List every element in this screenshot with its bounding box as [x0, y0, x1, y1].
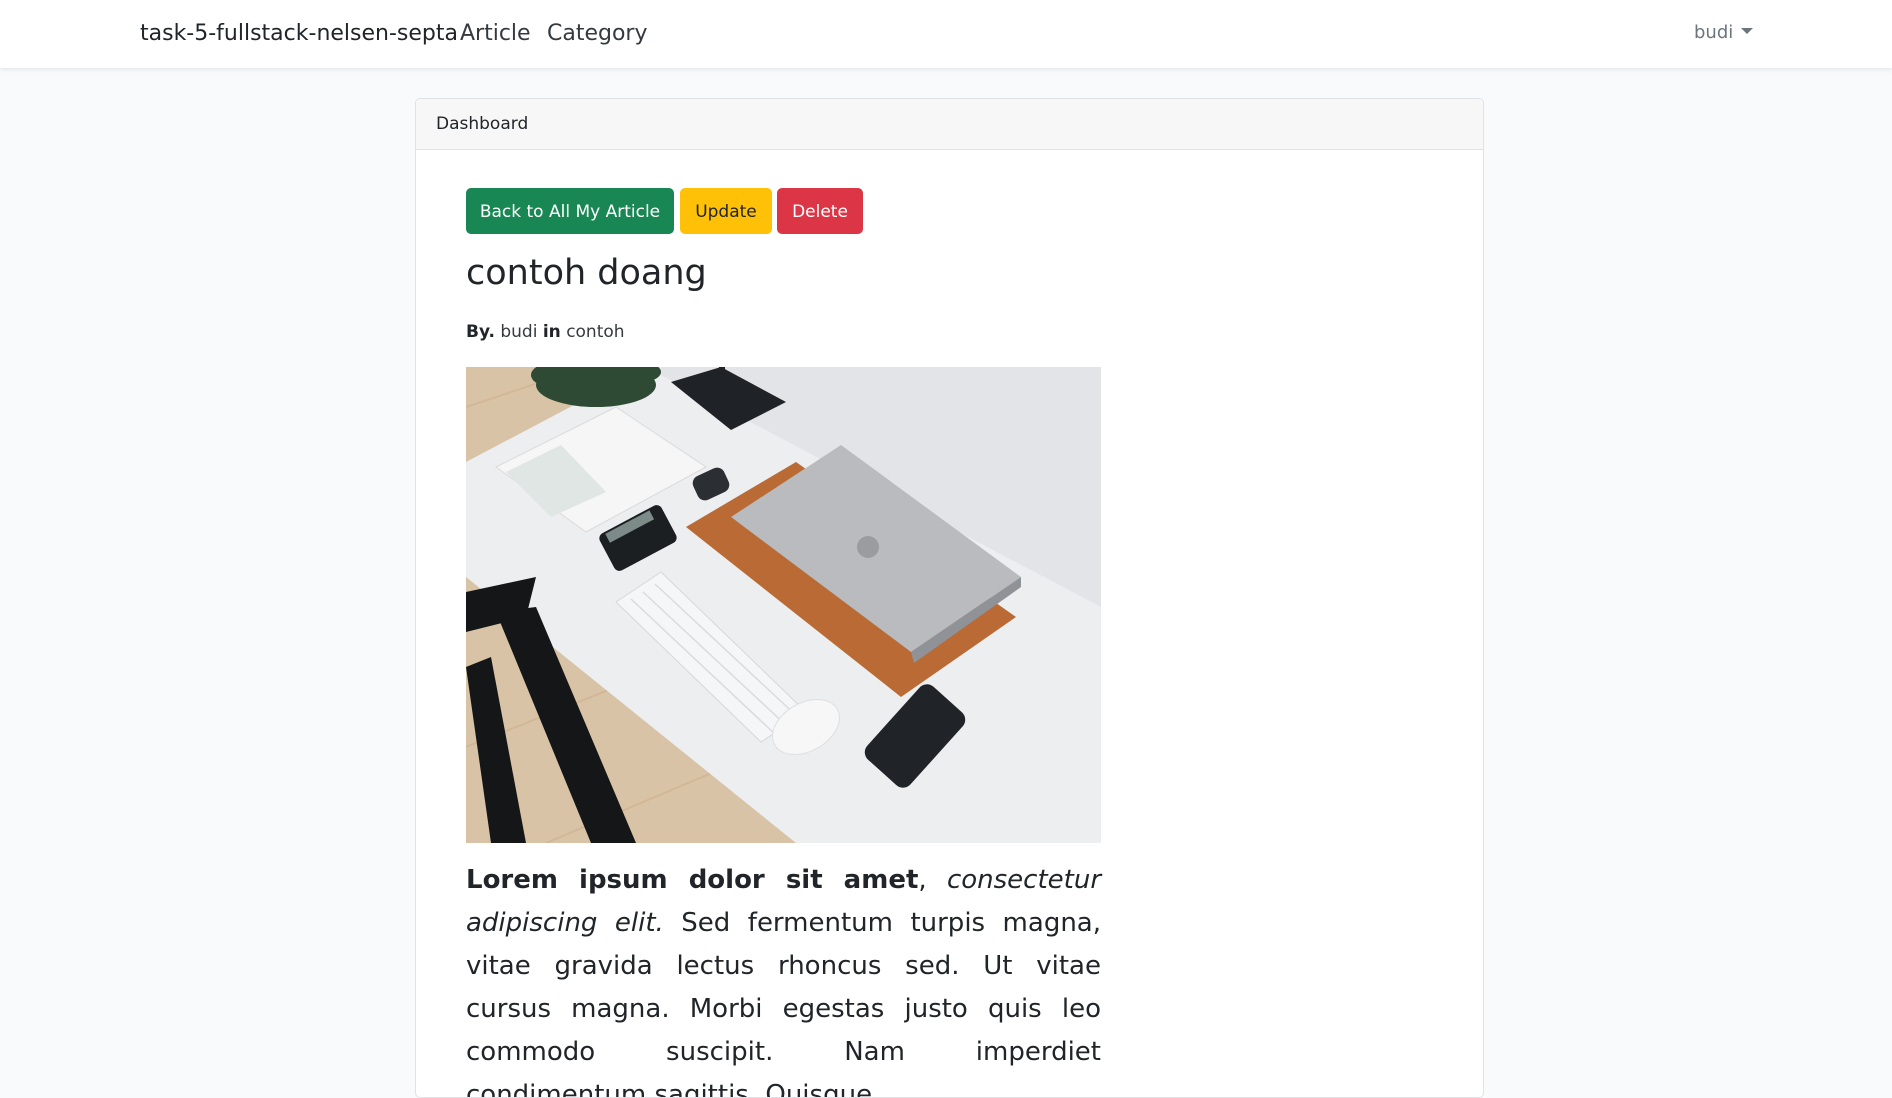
dashboard-card: Dashboard Back to All My Article Update …	[415, 98, 1484, 1098]
user-name: budi	[1694, 22, 1734, 43]
top-navbar: task-5-fullstack-nelsen-septa Article Ca…	[0, 0, 1892, 68]
body-bold-text: Lorem ipsum dolor sit amet	[466, 865, 919, 895]
nav-link-article[interactable]: Article	[460, 0, 531, 68]
by-label: By.	[466, 322, 495, 342]
desk-photo-icon	[466, 367, 1101, 843]
article-byline: By. budi in contoh	[466, 322, 625, 342]
category-name: contoh	[566, 322, 625, 342]
in-label: in	[542, 322, 561, 342]
nav-link-category[interactable]: Category	[547, 0, 648, 68]
article-image	[466, 367, 1101, 843]
author-name: budi	[500, 322, 538, 342]
body-separator: ,	[918, 865, 947, 895]
update-button[interactable]: Update	[680, 188, 772, 234]
article-title: contoh doang	[466, 253, 707, 293]
card-header: Dashboard	[416, 99, 1483, 150]
caret-down-icon	[1741, 28, 1754, 34]
delete-button[interactable]: Delete	[777, 188, 863, 234]
article-body: Lorem ipsum dolor sit amet, consectetur …	[466, 859, 1101, 1097]
user-dropdown[interactable]: budi	[1694, 0, 1754, 68]
back-to-articles-button[interactable]: Back to All My Article	[466, 188, 674, 234]
navbar-brand[interactable]: task-5-fullstack-nelsen-septa	[140, 0, 458, 68]
